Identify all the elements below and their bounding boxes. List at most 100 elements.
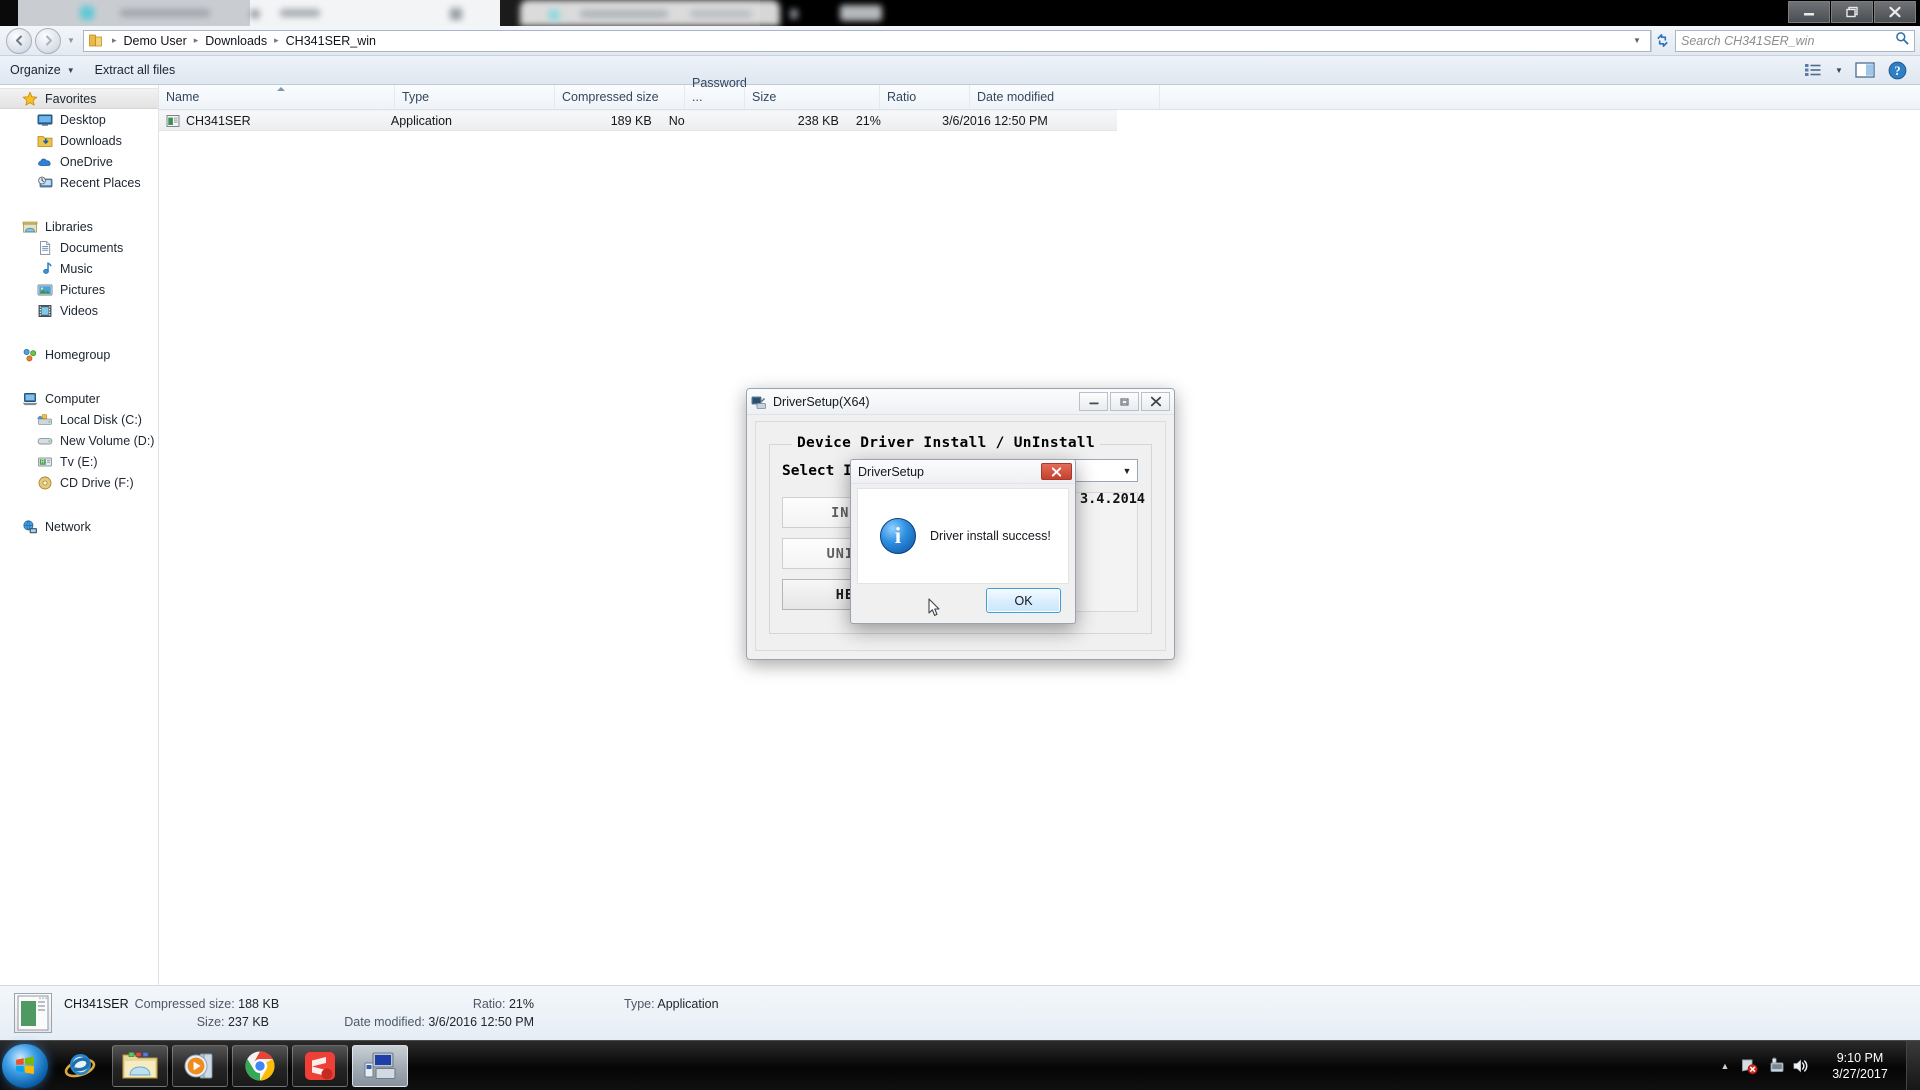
extract-all-files-button[interactable]: Extract all files [85, 59, 186, 81]
homegroup-icon [22, 347, 38, 363]
recent-pages-dropdown[interactable]: ▼ [63, 36, 79, 45]
sidebar-item-local-disk-c[interactable]: Local Disk (C:) [0, 409, 158, 430]
column-header-name[interactable]: Name [159, 85, 394, 109]
sidebar-item-homegroup[interactable]: Homegroup [0, 344, 158, 365]
driver-setup-minimize-button[interactable] [1079, 392, 1108, 411]
breadcrumb-ch341ser-win[interactable]: CH341SER_win [284, 34, 378, 48]
show-desktop-button[interactable] [1906, 1041, 1920, 1090]
column-header-ratio[interactable]: Ratio [879, 85, 969, 109]
column-label-date-modified: Date modified [977, 90, 1055, 104]
navigation-pane[interactable]: Favorites Desktop Downloads OneDrive Rec… [0, 85, 159, 985]
sidebar-label-pictures: Pictures [60, 282, 106, 297]
sidebar-item-computer[interactable]: Computer [0, 388, 158, 409]
google-chrome-icon[interactable] [232, 1044, 288, 1087]
ok-button[interactable]: OK [986, 588, 1061, 613]
column-header-password[interactable]: Password ... [684, 76, 747, 109]
taskbar-clock[interactable]: 9:10 PM 3/27/2017 [1814, 1050, 1906, 1082]
breadcrumb-separator-2[interactable]: ▸ [269, 35, 284, 46]
windows-media-player-icon[interactable] [172, 1044, 228, 1087]
volume-icon[interactable] [1788, 1057, 1814, 1075]
back-button[interactable] [6, 27, 32, 54]
hardware-eject-icon[interactable] [1762, 1057, 1788, 1075]
svg-text:?: ? [1894, 64, 1900, 78]
message-box-close-button[interactable] [1041, 463, 1072, 480]
status-date-modified: Date modified: 3/6/2016 12:50 PM [314, 1015, 574, 1029]
sidebar-label-homegroup: Homegroup [45, 347, 111, 362]
message-box-title-bar[interactable]: DriverSetup [851, 460, 1075, 484]
start-orb-icon[interactable] [2, 1043, 48, 1088]
hard-drive-icon [37, 433, 53, 449]
computer-icon [22, 391, 38, 407]
breadcrumb-separator-0[interactable]: ▸ [107, 35, 122, 46]
sidebar-item-pictures[interactable]: Pictures [0, 279, 158, 300]
driver-setup-window-controls [1079, 392, 1170, 411]
refresh-icon[interactable] [1651, 29, 1673, 52]
system-tray: ▲ 9:10 PM 3/27/2017 [1714, 1041, 1920, 1090]
column-header-type[interactable]: Type [394, 85, 554, 109]
breadcrumb-separator-1[interactable]: ▸ [189, 35, 204, 46]
sublime-text-icon[interactable] [292, 1044, 348, 1087]
clock-time: 9:10 PM [1836, 1050, 1884, 1065]
restore-button[interactable] [1831, 1, 1873, 23]
sidebar-item-desktop[interactable]: Desktop [0, 109, 158, 130]
column-headers: Name Type Compressed size Password ... S… [159, 76, 1920, 110]
sidebar-label-downloads: Downloads [60, 133, 122, 148]
explorer-title-bar [0, 0, 1920, 26]
preview-pane-icon[interactable] [1850, 59, 1880, 81]
breadcrumb-demo-user[interactable]: Demo User [122, 34, 189, 48]
internet-explorer-icon[interactable] [52, 1045, 108, 1087]
sidebar-item-documents[interactable]: Documents [0, 237, 158, 258]
sidebar-item-new-volume-d[interactable]: New Volume (D:) [0, 430, 158, 451]
nav-group-favorites: Favorites Desktop Downloads OneDrive Rec… [0, 88, 158, 193]
network-error-icon[interactable] [1736, 1057, 1762, 1075]
sidebar-item-music[interactable]: Music [0, 258, 158, 279]
music-note-icon [37, 261, 53, 277]
sidebar-item-tv-e[interactable]: R Tv (E:) [0, 451, 158, 472]
search-input[interactable]: Search CH341SER_win [1675, 29, 1915, 52]
table-row[interactable]: CH341SER Application 189 KB No 238 KB 21… [159, 110, 1117, 131]
sidebar-label-local-disk-c: Local Disk (C:) [60, 412, 142, 427]
sidebar-label-desktop: Desktop [60, 112, 106, 127]
driver-setup-taskbar-icon[interactable] [352, 1044, 408, 1087]
driver-setup-close-button[interactable] [1141, 392, 1170, 411]
search-placeholder: Search CH341SER_win [1681, 33, 1815, 48]
column-header-size[interactable]: Size [744, 85, 879, 109]
sidebar-item-onedrive[interactable]: OneDrive [0, 151, 158, 172]
status-value-date-modified: 3/6/2016 12:50 PM [428, 1015, 534, 1029]
chevron-down-icon[interactable]: ▼ [1117, 466, 1137, 476]
organize-button[interactable]: Organize ▼ [0, 59, 85, 81]
help-icon[interactable]: ? [1882, 59, 1912, 81]
status-label-type: Type: [624, 997, 655, 1011]
message-box-title: DriverSetup [858, 464, 924, 479]
driver-setup-title-bar[interactable]: DriverSetup(X64) [747, 389, 1174, 415]
sidebar-item-libraries[interactable]: Libraries [0, 216, 158, 237]
sidebar-item-network[interactable]: Network [0, 516, 158, 537]
sidebar-item-downloads[interactable]: Downloads [0, 130, 158, 151]
breadcrumb-downloads[interactable]: Downloads [203, 34, 269, 48]
column-header-compressed-size[interactable]: Compressed size [554, 85, 684, 109]
sidebar-item-favorites[interactable]: Favorites [0, 88, 158, 109]
network-icon [22, 519, 38, 535]
sidebar-item-cd-drive-f[interactable]: CD Drive (F:) [0, 472, 158, 493]
windows-explorer-icon[interactable] [112, 1044, 168, 1087]
status-bar-fields: CH341SER Compressed size: 188 KB Ratio: 2… [64, 997, 834, 1029]
search-icon[interactable] [1895, 31, 1909, 50]
status-name-and-compressed: CH341SER Compressed size: 188 KB [64, 997, 314, 1011]
column-header-date-modified[interactable]: Date modified [969, 85, 1159, 109]
cell-ratio: 21% [855, 113, 881, 128]
sidebar-item-videos[interactable]: Videos [0, 300, 158, 321]
close-button[interactable] [1874, 1, 1916, 23]
show-hidden-icons-icon[interactable]: ▲ [1714, 1061, 1736, 1071]
address-dropdown-icon[interactable]: ▼ [1628, 36, 1646, 45]
information-icon: i [880, 518, 916, 554]
minimize-button[interactable] [1788, 1, 1830, 23]
file-thumbnail-icon [14, 993, 52, 1033]
application-exe-icon [166, 114, 180, 128]
sidebar-item-recent-places[interactable]: Recent Places [0, 172, 158, 193]
forward-button[interactable] [35, 27, 61, 54]
view-chevron-down-icon[interactable]: ▼ [1830, 59, 1848, 81]
address-bar[interactable]: ▸ Demo User ▸ Downloads ▸ CH341SER_win ▼ [83, 29, 1651, 52]
driver-setup-restore-button[interactable] [1110, 392, 1139, 411]
column-label-name: Name [166, 90, 200, 104]
view-list-icon[interactable] [1798, 59, 1828, 81]
